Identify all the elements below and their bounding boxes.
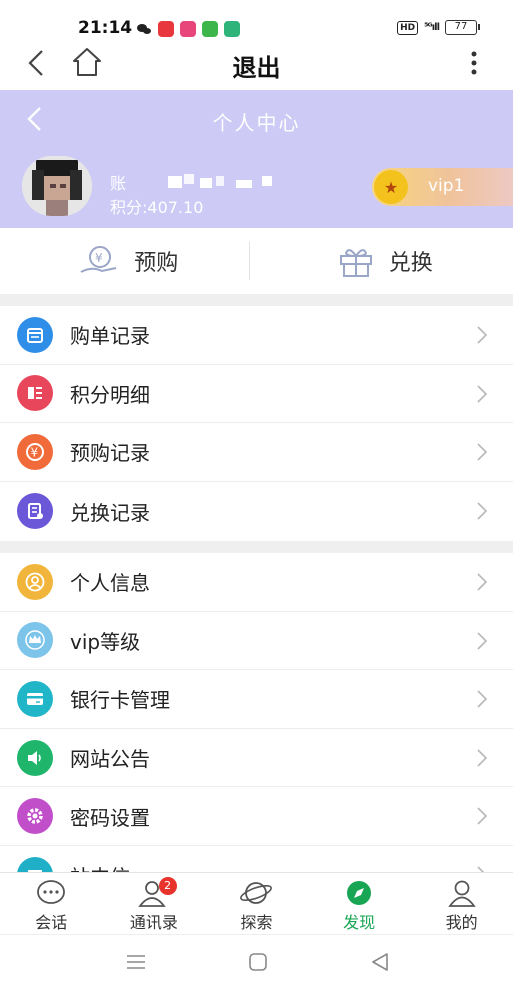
system-nav-bar <box>0 934 513 989</box>
chevron-right-icon <box>477 385 488 403</box>
status-right: HD ⁵ᴳıll 77 <box>397 20 480 35</box>
svg-text:¥: ¥ <box>31 445 39 459</box>
avatar[interactable] <box>22 156 92 216</box>
points-balance: 积分:407.10 <box>110 198 204 217</box>
menu-item-exchange-records[interactable]: 兑换记录 <box>0 482 513 541</box>
chevron-right-icon <box>477 573 488 591</box>
nav-bar: 退出 <box>0 40 513 90</box>
more-icon[interactable] <box>465 46 483 80</box>
menu-item-inbox[interactable]: 站内信 <box>0 846 513 872</box>
action-bar: ¥ 预购 兑换 <box>0 228 513 294</box>
divider <box>249 242 250 280</box>
gift-icon <box>339 249 372 277</box>
list-icon <box>17 375 53 412</box>
menu-label: 网站公告 <box>70 747 150 772</box>
menu-item-personal-info[interactable]: 个人信息 <box>0 553 513 612</box>
app-notification-icon <box>224 21 240 37</box>
menu-label: 兑换记录 <box>70 500 150 525</box>
hd-icon: HD <box>397 20 419 35</box>
chevron-right-icon <box>477 866 485 872</box>
menu-group-records: 购单记录 积分明细 ¥ 预购记录 兑换记录 <box>0 306 513 541</box>
profile-icon <box>447 880 476 907</box>
card-icon <box>17 680 53 717</box>
tab-label: 发现 <box>343 913 376 932</box>
crown-icon <box>17 622 53 659</box>
tab-explore[interactable]: 探索 <box>205 873 308 934</box>
chat-icon <box>37 880 66 904</box>
menu-label: 银行卡管理 <box>70 688 170 713</box>
tab-label: 通讯录 <box>129 913 178 932</box>
menu-icon[interactable] <box>124 951 148 973</box>
app-notification-icon <box>158 21 174 37</box>
chevron-right-icon <box>477 690 488 708</box>
tab-label: 会话 <box>35 913 68 932</box>
exchange-button[interactable]: 兑换 <box>257 228 513 294</box>
menu-item-preorder-records[interactable]: ¥ 预购记录 <box>0 423 513 482</box>
planet-icon <box>240 882 273 904</box>
document-icon <box>17 493 53 530</box>
menu-item-purchase-records[interactable]: 购单记录 <box>0 306 513 365</box>
bottom-tab-bar: 会话 通讯录 2 探索 发现 我的 <box>0 872 513 934</box>
wechat-icon <box>137 24 151 34</box>
menu-group-settings: 个人信息 vip等级 银行卡管理 网站公告 密码设置 站内信 <box>0 553 513 872</box>
status-bar: 21:14 HD ⁵ᴳıll 77 <box>0 0 513 40</box>
menu-item-points-details[interactable]: 积分明细 <box>0 365 513 424</box>
menu-label: 预购记录 <box>70 441 150 466</box>
tab-label: 我的 <box>445 913 478 932</box>
chevron-right-icon <box>477 443 488 461</box>
vip-badge[interactable]: ★ vip1 <box>372 168 513 206</box>
header-title: 个人中心 <box>212 111 301 135</box>
menu-label: 购单记录 <box>70 324 150 349</box>
avatar-image <box>22 156 92 216</box>
person-icon <box>17 563 53 600</box>
gear-icon <box>17 798 53 835</box>
tab-chat[interactable]: 会话 <box>0 873 103 934</box>
menu-item-password[interactable]: 密码设置 <box>0 787 513 846</box>
menu-label: 个人信息 <box>70 571 150 596</box>
vip-level: vip1 <box>428 176 465 196</box>
tab-discover[interactable]: 发现 <box>308 873 411 934</box>
speaker-icon <box>17 739 53 776</box>
notification-icons <box>136 21 240 37</box>
masked-account-name <box>168 174 272 188</box>
menu-label: vip等级 <box>70 629 141 654</box>
preorder-button[interactable]: ¥ 预购 <box>0 228 257 294</box>
chevron-right-icon <box>477 807 488 825</box>
yen-icon: ¥ <box>17 433 53 470</box>
chevron-right-icon <box>477 749 488 767</box>
tab-label: 探索 <box>240 913 273 932</box>
menu-item-bank-card[interactable]: 银行卡管理 <box>0 670 513 729</box>
battery-icon: 77 <box>445 20 480 35</box>
exchange-label: 兑换 <box>388 251 433 276</box>
chevron-right-icon <box>477 326 488 344</box>
home-square-icon[interactable] <box>246 951 270 973</box>
tab-contacts[interactable]: 通讯录 2 <box>103 873 206 934</box>
chevron-right-icon <box>477 632 488 650</box>
calendar-icon <box>17 316 53 353</box>
status-time: 21:14 <box>78 18 133 38</box>
section-gap <box>0 294 513 306</box>
back-triangle-icon[interactable] <box>368 951 392 973</box>
menu-label: 站内信 <box>70 861 130 872</box>
menu-label: 密码设置 <box>70 805 150 830</box>
preorder-label: 预购 <box>134 251 179 276</box>
page-title[interactable]: 退出 <box>0 48 513 83</box>
star-icon: ★ <box>374 170 408 204</box>
coin-hand-icon: ¥ <box>80 246 117 273</box>
svg-text:¥: ¥ <box>95 251 103 265</box>
profile-header: 个人中心 账 积分:407.10 <box>0 90 513 228</box>
signal-icon: ⁵ᴳıll <box>424 22 440 33</box>
app-notification-icon <box>202 21 218 37</box>
compass-icon <box>347 881 372 905</box>
app-notification-icon <box>180 21 196 37</box>
mail-icon <box>17 857 53 872</box>
chevron-right-icon <box>477 502 488 520</box>
menu-label: 积分明细 <box>70 382 150 407</box>
tab-me[interactable]: 我的 <box>410 873 513 934</box>
unread-badge: 2 <box>158 877 177 895</box>
account-label: 账 <box>110 174 127 193</box>
menu-item-vip-level[interactable]: vip等级 <box>0 612 513 671</box>
menu-item-announcements[interactable]: 网站公告 <box>0 729 513 788</box>
section-gap <box>0 541 513 553</box>
